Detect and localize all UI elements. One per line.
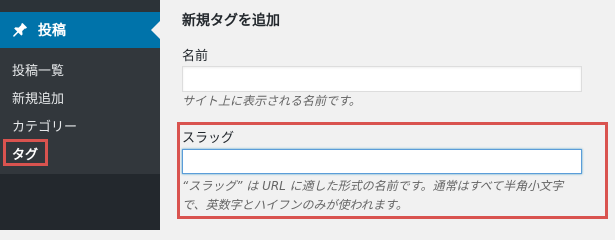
add-tag-form: 新規タグを追加 名前 サイト上に表示される名前です。 スラッグ “スラッグ” は… xyxy=(160,0,615,230)
pin-icon xyxy=(13,22,28,37)
sidebar-top-strip xyxy=(0,0,160,12)
name-help-text: サイト上に表示される名前です。 xyxy=(182,94,361,108)
admin-sidebar: 投稿 投稿一覧 新規追加 カテゴリー タグ xyxy=(0,0,160,230)
submenu-item-categories[interactable]: カテゴリー xyxy=(0,114,160,142)
submenu-item-add-new[interactable]: 新規追加 xyxy=(0,86,160,114)
menu-posts[interactable]: 投稿 xyxy=(0,12,160,48)
menu-posts-label: 投稿 xyxy=(38,23,66,39)
submenu-item-all-posts[interactable]: 投稿一覧 xyxy=(0,58,160,86)
tags-highlight-box xyxy=(3,139,48,166)
tag-name-input[interactable] xyxy=(182,66,582,92)
name-label: 名前 xyxy=(182,49,209,64)
slug-highlight-box xyxy=(177,122,608,219)
form-title: 新規タグを追加 xyxy=(182,13,280,29)
current-menu-arrow xyxy=(151,21,160,39)
